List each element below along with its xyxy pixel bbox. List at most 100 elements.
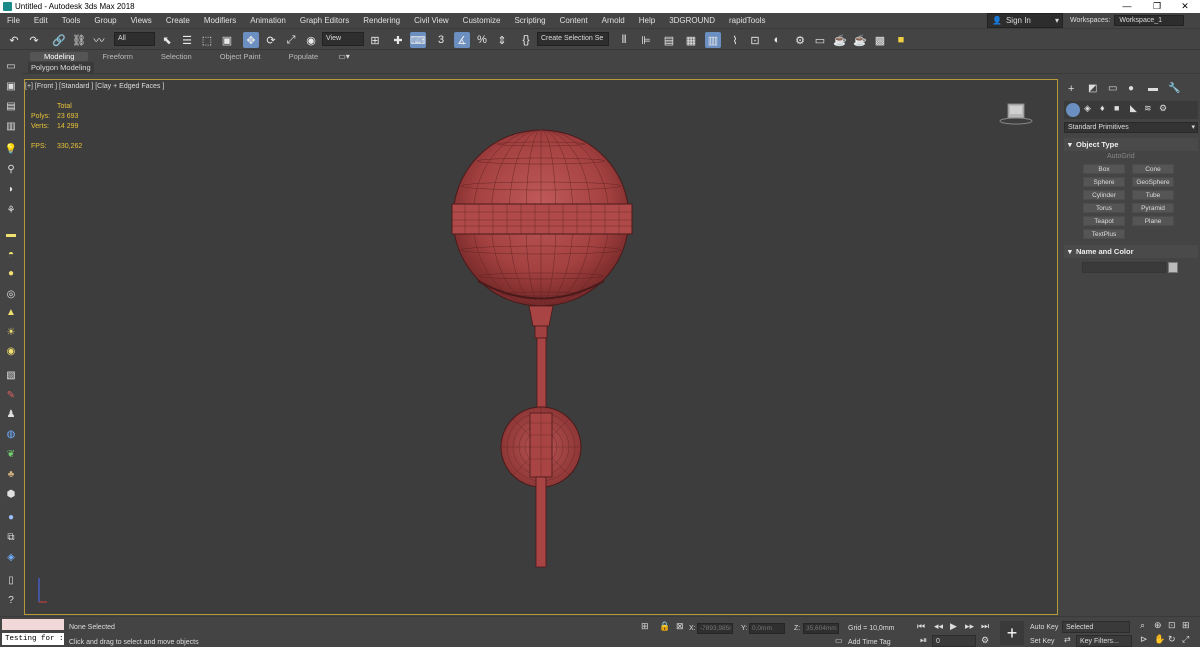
particles-icon[interactable]: ⚘ — [3, 203, 19, 217]
tab-populate[interactable]: Populate — [275, 52, 333, 61]
motion-tab-icon[interactable]: ● — [1128, 83, 1134, 94]
material-sphere-icon[interactable]: ● — [3, 510, 19, 524]
render-in-cloud-icon[interactable]: ▩ — [872, 32, 888, 48]
utilities-tab-icon[interactable]: 🔧 — [1168, 83, 1180, 94]
key-mode-toggle-icon[interactable]: ⇄ — [1064, 635, 1071, 644]
auto-key-button[interactable]: Auto Key — [1030, 624, 1058, 631]
reference-coord-dropdown[interactable]: View — [322, 32, 364, 46]
x-coordinate-field[interactable]: -7893,985r — [697, 623, 733, 634]
workspaces-selector[interactable]: Workspaces: Workspace_1 — [1070, 13, 1200, 28]
teapot-button[interactable]: Teapot — [1083, 216, 1125, 226]
layer-manager-icon[interactable]: ▤ — [3, 99, 19, 113]
schematic-view-icon[interactable]: ⊡ — [747, 32, 763, 48]
cameras-icon[interactable]: ■ — [1114, 103, 1119, 113]
link-icon[interactable]: 🔗 — [51, 32, 67, 48]
layers-icon[interactable]: ▥ — [3, 119, 19, 133]
zoom-all-icon[interactable]: ⊕ — [1154, 620, 1162, 631]
set-key-big-icon[interactable]: + — [1000, 621, 1024, 645]
sphere-icon[interactable]: ● — [3, 266, 19, 280]
menu-content[interactable]: Content — [553, 16, 595, 25]
placement-icon[interactable]: ◉ — [303, 32, 319, 48]
absolute-mode-icon[interactable]: ⊠ — [676, 621, 684, 632]
key-mode-icon[interactable]: ⏯ — [920, 635, 927, 646]
undo-icon[interactable]: ↶ — [6, 32, 22, 48]
maxscript-mini-listener[interactable]: Testing for : — [2, 633, 64, 645]
menu-animation[interactable]: Animation — [243, 16, 293, 25]
sun-icon[interactable]: ☀ — [3, 325, 19, 339]
menu-views[interactable]: Views — [124, 16, 159, 25]
rendered-frame-icon[interactable]: ▭ — [812, 32, 828, 48]
unlink-icon[interactable]: ⛓ — [71, 32, 87, 48]
zoom-extents-icon[interactable]: ⊡ — [1168, 620, 1176, 631]
cone-button[interactable]: Cone — [1132, 164, 1174, 174]
pivot-center-icon[interactable]: ⊞ — [367, 32, 383, 48]
layer-explorer-icon[interactable]: ▦ — [683, 32, 699, 48]
target-icon[interactable]: ◉ — [3, 344, 19, 358]
paint-icon[interactable]: ▧ — [3, 368, 19, 382]
figure-icon[interactable]: ♟ — [3, 407, 19, 421]
scene-explorer-icon[interactable]: ▣ — [3, 79, 19, 93]
pyramid-button[interactable]: Pyramid — [1132, 203, 1174, 213]
menu-rapidtools[interactable]: rapidTools — [722, 16, 772, 25]
torus-button[interactable]: Torus — [1083, 203, 1125, 213]
cylinder-button[interactable]: Cylinder — [1083, 190, 1125, 200]
curve-editor-icon[interactable]: ⌇ — [727, 32, 743, 48]
menu-edit[interactable]: Edit — [27, 16, 55, 25]
rock-icon[interactable]: ⬢ — [3, 487, 19, 501]
object-type-rollout[interactable]: ▾ Object Type — [1064, 138, 1198, 151]
plant-icon[interactable]: ❦ — [3, 447, 19, 461]
snaps-toggle-icon[interactable]: 3 — [433, 32, 449, 48]
tab-modeling[interactable]: Modeling — [30, 51, 89, 61]
menu-civil-view[interactable]: Civil View — [407, 16, 456, 25]
set-key-button[interactable]: Set Key — [1030, 638, 1055, 645]
menu-file[interactable]: File — [0, 16, 27, 25]
brush-icon[interactable]: ✎ — [3, 388, 19, 402]
rect-region-icon[interactable]: ⬚ — [199, 32, 215, 48]
z-coordinate-field[interactable]: 35,604mm — [803, 623, 839, 634]
tree-icon[interactable]: ♣ — [3, 467, 19, 481]
modify-tab-icon[interactable]: ◩ — [1088, 83, 1097, 94]
torus-icon[interactable]: ◎ — [3, 287, 19, 301]
pan-icon[interactable]: ✋ — [1154, 634, 1165, 645]
menu-rendering[interactable]: Rendering — [356, 16, 407, 25]
select-scale-icon[interactable]: ⤢ — [283, 32, 299, 48]
menu-3dground[interactable]: 3DGROUND — [662, 16, 722, 25]
plane-button[interactable]: Plane — [1132, 216, 1174, 226]
maximize-viewport-icon[interactable]: ⤢ — [1182, 634, 1189, 645]
textplus-button[interactable]: TextPlus — [1083, 229, 1125, 239]
spacewarps-icon[interactable]: ≋ — [1144, 103, 1152, 114]
workspace-value[interactable]: Workspace_1 — [1114, 15, 1185, 26]
create-tab-icon[interactable]: + — [1068, 83, 1074, 95]
render-setup-icon[interactable]: ⚙ — [792, 32, 808, 48]
maxscript-listener-output[interactable] — [2, 619, 64, 630]
viewcube[interactable] — [999, 102, 1033, 126]
globe-icon[interactable]: ◍ — [3, 427, 19, 441]
align-icon[interactable]: ⊫ — [638, 32, 654, 48]
material-editor-icon[interactable]: ◐ — [769, 32, 785, 48]
modifier-icon[interactable]: ⧉ — [3, 530, 19, 544]
utility-icon[interactable]: ▯ — [3, 573, 19, 587]
tab-object-paint[interactable]: Object Paint — [206, 52, 275, 61]
cone-icon[interactable]: ▲ — [3, 305, 19, 319]
display-tab-icon[interactable]: ▬ — [1148, 83, 1158, 94]
toggle-ribbon-icon[interactable]: ▥ — [705, 32, 721, 48]
online-help-icon[interactable]: ■ — [893, 32, 909, 48]
half-sphere-icon[interactable]: ◓ — [3, 247, 19, 261]
key-filters-button[interactable]: Key Filters... — [1076, 635, 1132, 647]
key-selection-dropdown[interactable]: Selected — [1062, 621, 1130, 633]
helper-icon[interactable]: ⚲ — [3, 162, 19, 176]
window-crossing-icon[interactable]: ▣ — [219, 32, 235, 48]
menu-group[interactable]: Group — [87, 16, 123, 25]
mirror-icon[interactable]: ⫴ — [616, 32, 632, 48]
helpers-icon[interactable]: ◣ — [1130, 103, 1137, 114]
menu-graph-editors[interactable]: Graph Editors — [293, 16, 356, 25]
menu-arnold[interactable]: Arnold — [595, 16, 632, 25]
close-button[interactable]: ✕ — [1170, 0, 1200, 13]
edit-named-selection-icon[interactable]: {} — [518, 32, 534, 48]
orbit-icon[interactable]: ↻ — [1168, 634, 1176, 645]
selection-lock-icon[interactable]: 🔒 — [659, 621, 670, 632]
isolate-selection-icon[interactable]: ⊞ — [641, 621, 649, 632]
front-viewport[interactable]: [+] [Front ] [Standard ] [Clay + Edged F… — [24, 79, 1058, 615]
menu-customize[interactable]: Customize — [456, 16, 508, 25]
geosphere-button[interactable]: GeoSphere — [1132, 177, 1174, 187]
